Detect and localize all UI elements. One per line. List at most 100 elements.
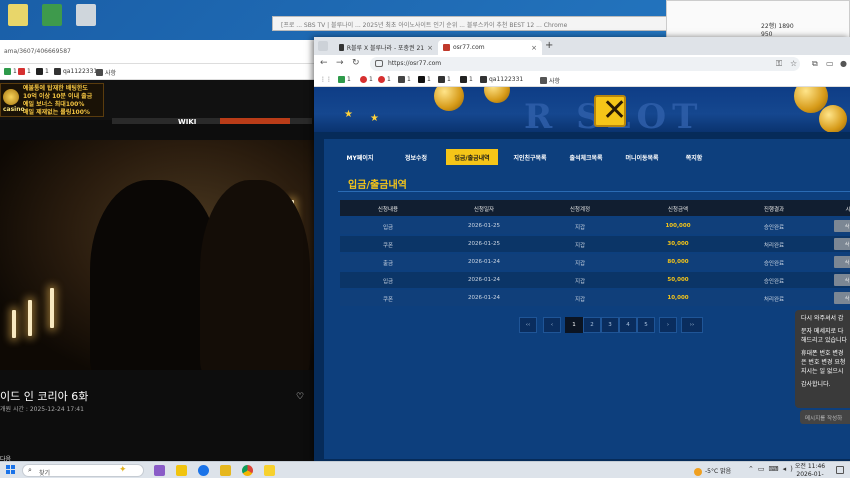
- site-info-icon[interactable]: [375, 60, 383, 67]
- bookmark-6[interactable]: 1: [438, 76, 451, 83]
- windows-start-icon[interactable]: [6, 465, 16, 475]
- apps-icon[interactable]: ⋮⋮: [320, 76, 332, 83]
- delete-button[interactable]: 삭: [834, 220, 850, 232]
- col-status: 진행결과: [763, 207, 785, 213]
- left-bookmarks-bar: 1 1 1 qa1122331 사항: [0, 64, 318, 80]
- menu-friends[interactable]: 지인친구목록: [502, 149, 558, 165]
- sidebar-icon[interactable]: ▭: [826, 59, 834, 68]
- page-2[interactable]: 2: [583, 317, 601, 333]
- file-icon[interactable]: [8, 4, 28, 26]
- bookmark-2[interactable]: 1: [360, 76, 373, 83]
- taskbar-search[interactable]: ⌕ 찾기 ✦: [22, 464, 144, 477]
- delete-button[interactable]: 삭: [834, 274, 850, 286]
- recycle-bin-icon[interactable]: [76, 4, 96, 26]
- bookmark-9[interactable]: 사항: [540, 76, 560, 85]
- table-row: 입금 2026-01-24 지갑 50,000 승인완료 삭: [340, 272, 850, 288]
- menu-money-transfer[interactable]: 머니이동목록: [614, 149, 670, 165]
- extensions-icon[interactable]: ⧉: [812, 59, 818, 69]
- page-5[interactable]: 5: [637, 317, 655, 333]
- search-icon: ⌕: [28, 466, 32, 474]
- title-divider: [338, 191, 850, 192]
- bookmark-favicon-icon: [36, 68, 43, 75]
- bookmark-favicon-icon: [18, 68, 25, 75]
- col-date: 신청일자: [473, 207, 495, 213]
- page-next[interactable]: ›: [659, 317, 677, 333]
- background-window-right[interactable]: 22행) 1890 950: [666, 0, 850, 42]
- new-tab-icon[interactable]: +: [545, 40, 553, 51]
- left-bookmark-4[interactable]: qa1122331: [54, 68, 97, 75]
- chat-popup[interactable]: 다시 와주셔서 감 문자 메세지로 다 해드리고 있습니다 휴대폰 번호 변경 …: [795, 310, 850, 408]
- menu-deposit-withdraw[interactable]: 입금/출금내역: [446, 149, 498, 165]
- video-player[interactable]: [0, 140, 318, 370]
- bookmark-3[interactable]: 1: [378, 76, 391, 83]
- tab-favicon-icon: [339, 44, 344, 51]
- table-row: 쿠폰 2026-01-25 지갑 30,000 처리완료 삭: [340, 236, 850, 252]
- casino-ad-banner[interactable]: 예불통에 탑재한 배팅한도 10억 이상 10분 이내 출금 예일 보너스 최대…: [0, 83, 104, 117]
- candle-light: [50, 288, 54, 328]
- left-bookmark-3[interactable]: 1: [36, 68, 49, 75]
- close-tab-icon[interactable]: ×: [427, 44, 433, 52]
- bookmark-1[interactable]: 1: [338, 76, 351, 83]
- bookmark-8[interactable]: qa1122331: [480, 76, 523, 83]
- bookmark-favicon-icon: [540, 77, 547, 84]
- delete-button[interactable]: 삭: [834, 256, 850, 268]
- ad-strip-red[interactable]: [220, 118, 290, 124]
- page-prev[interactable]: ‹: [543, 317, 561, 333]
- left-address-bar[interactable]: ama/3607/406669587: [0, 40, 318, 64]
- back-icon[interactable]: ←: [320, 58, 328, 68]
- address-bar[interactable]: https://osr77.com: [370, 57, 800, 71]
- site-logo[interactable]: ✕: [594, 93, 627, 128]
- main-browser-window: R블루 X 블루나라 - 포충권 21 × osr77.com × + ← → …: [314, 37, 850, 461]
- tab-2[interactable]: osr77.com ×: [438, 40, 542, 55]
- bookmark-7[interactable]: 1: [460, 76, 473, 83]
- app-icon[interactable]: [154, 465, 165, 476]
- col-account: 신청계정: [569, 207, 591, 213]
- page-first[interactable]: ‹‹: [519, 317, 537, 333]
- browser-toolbar: ← → ↻ https://osr77.com ⚿ ☆ ⧉ ▭ ●: [314, 55, 850, 73]
- file-explorer-icon[interactable]: [220, 465, 231, 476]
- tab-1[interactable]: R블루 X 블루나라 - 포충권 21 ×: [334, 40, 438, 55]
- notification-icon[interactable]: [836, 466, 844, 474]
- profile-icon[interactable]: ●: [840, 59, 847, 68]
- menu-attendance[interactable]: 출석체크목록: [558, 149, 614, 165]
- key-icon[interactable]: ⚿: [776, 59, 782, 69]
- edge-icon[interactable]: [198, 465, 209, 476]
- menu-profile-edit[interactable]: 정보수정: [392, 149, 440, 165]
- bookmark-favicon-icon: [438, 76, 445, 83]
- left-bookmark-5[interactable]: 사항: [96, 68, 116, 77]
- tab-favicon-icon: [443, 44, 450, 51]
- candle-light: [28, 300, 32, 336]
- delete-button[interactable]: 삭: [834, 238, 850, 250]
- col-type: 신청내용: [377, 207, 399, 213]
- chat-input[interactable]: 메시지를 작성하: [800, 410, 850, 424]
- taskbar-clock[interactable]: 오전 11:46 2026-01-25: [793, 463, 827, 478]
- wiki-label[interactable]: WIKI: [178, 118, 196, 126]
- page-title: 입금/출금내역: [348, 180, 407, 191]
- menu-mypage[interactable]: MY페이지: [336, 149, 384, 165]
- menu-messages[interactable]: 쪽지함: [672, 149, 716, 165]
- bookmark-favicon-icon: [360, 76, 367, 83]
- page-3[interactable]: 3: [601, 317, 619, 333]
- star-icon[interactable]: ☆: [790, 59, 797, 68]
- weather-widget[interactable]: -5°C 맑음: [694, 466, 731, 476]
- page-4[interactable]: 4: [619, 317, 637, 333]
- site-page: ★ ★ R SLOT ✕ MY페이지 정보수정 입금/출금내역 지인친구목록 출…: [314, 87, 850, 461]
- excel-icon[interactable]: [42, 4, 62, 26]
- left-bookmark-2[interactable]: 1: [18, 68, 31, 75]
- left-bookmark-1[interactable]: 1: [4, 68, 17, 75]
- bookmark-favicon-icon: [54, 68, 61, 75]
- close-tab-icon[interactable]: ×: [531, 44, 537, 52]
- page-last[interactable]: ››: [681, 317, 703, 333]
- page-1[interactable]: 1: [565, 317, 583, 333]
- reload-icon[interactable]: ↻: [352, 58, 360, 68]
- sticky-notes-icon[interactable]: [176, 465, 187, 476]
- delete-button[interactable]: 삭: [834, 292, 850, 304]
- tab-search-icon[interactable]: [318, 41, 328, 51]
- bookmark-5[interactable]: 1: [418, 76, 431, 83]
- bookmark-4[interactable]: 1: [398, 76, 411, 83]
- coin-icon: [819, 105, 847, 132]
- kakaotalk-icon[interactable]: [264, 465, 275, 476]
- system-tray[interactable]: ⌃▭⌨◂): [748, 465, 797, 473]
- forward-icon[interactable]: →: [336, 58, 344, 68]
- chrome-icon[interactable]: [242, 465, 253, 476]
